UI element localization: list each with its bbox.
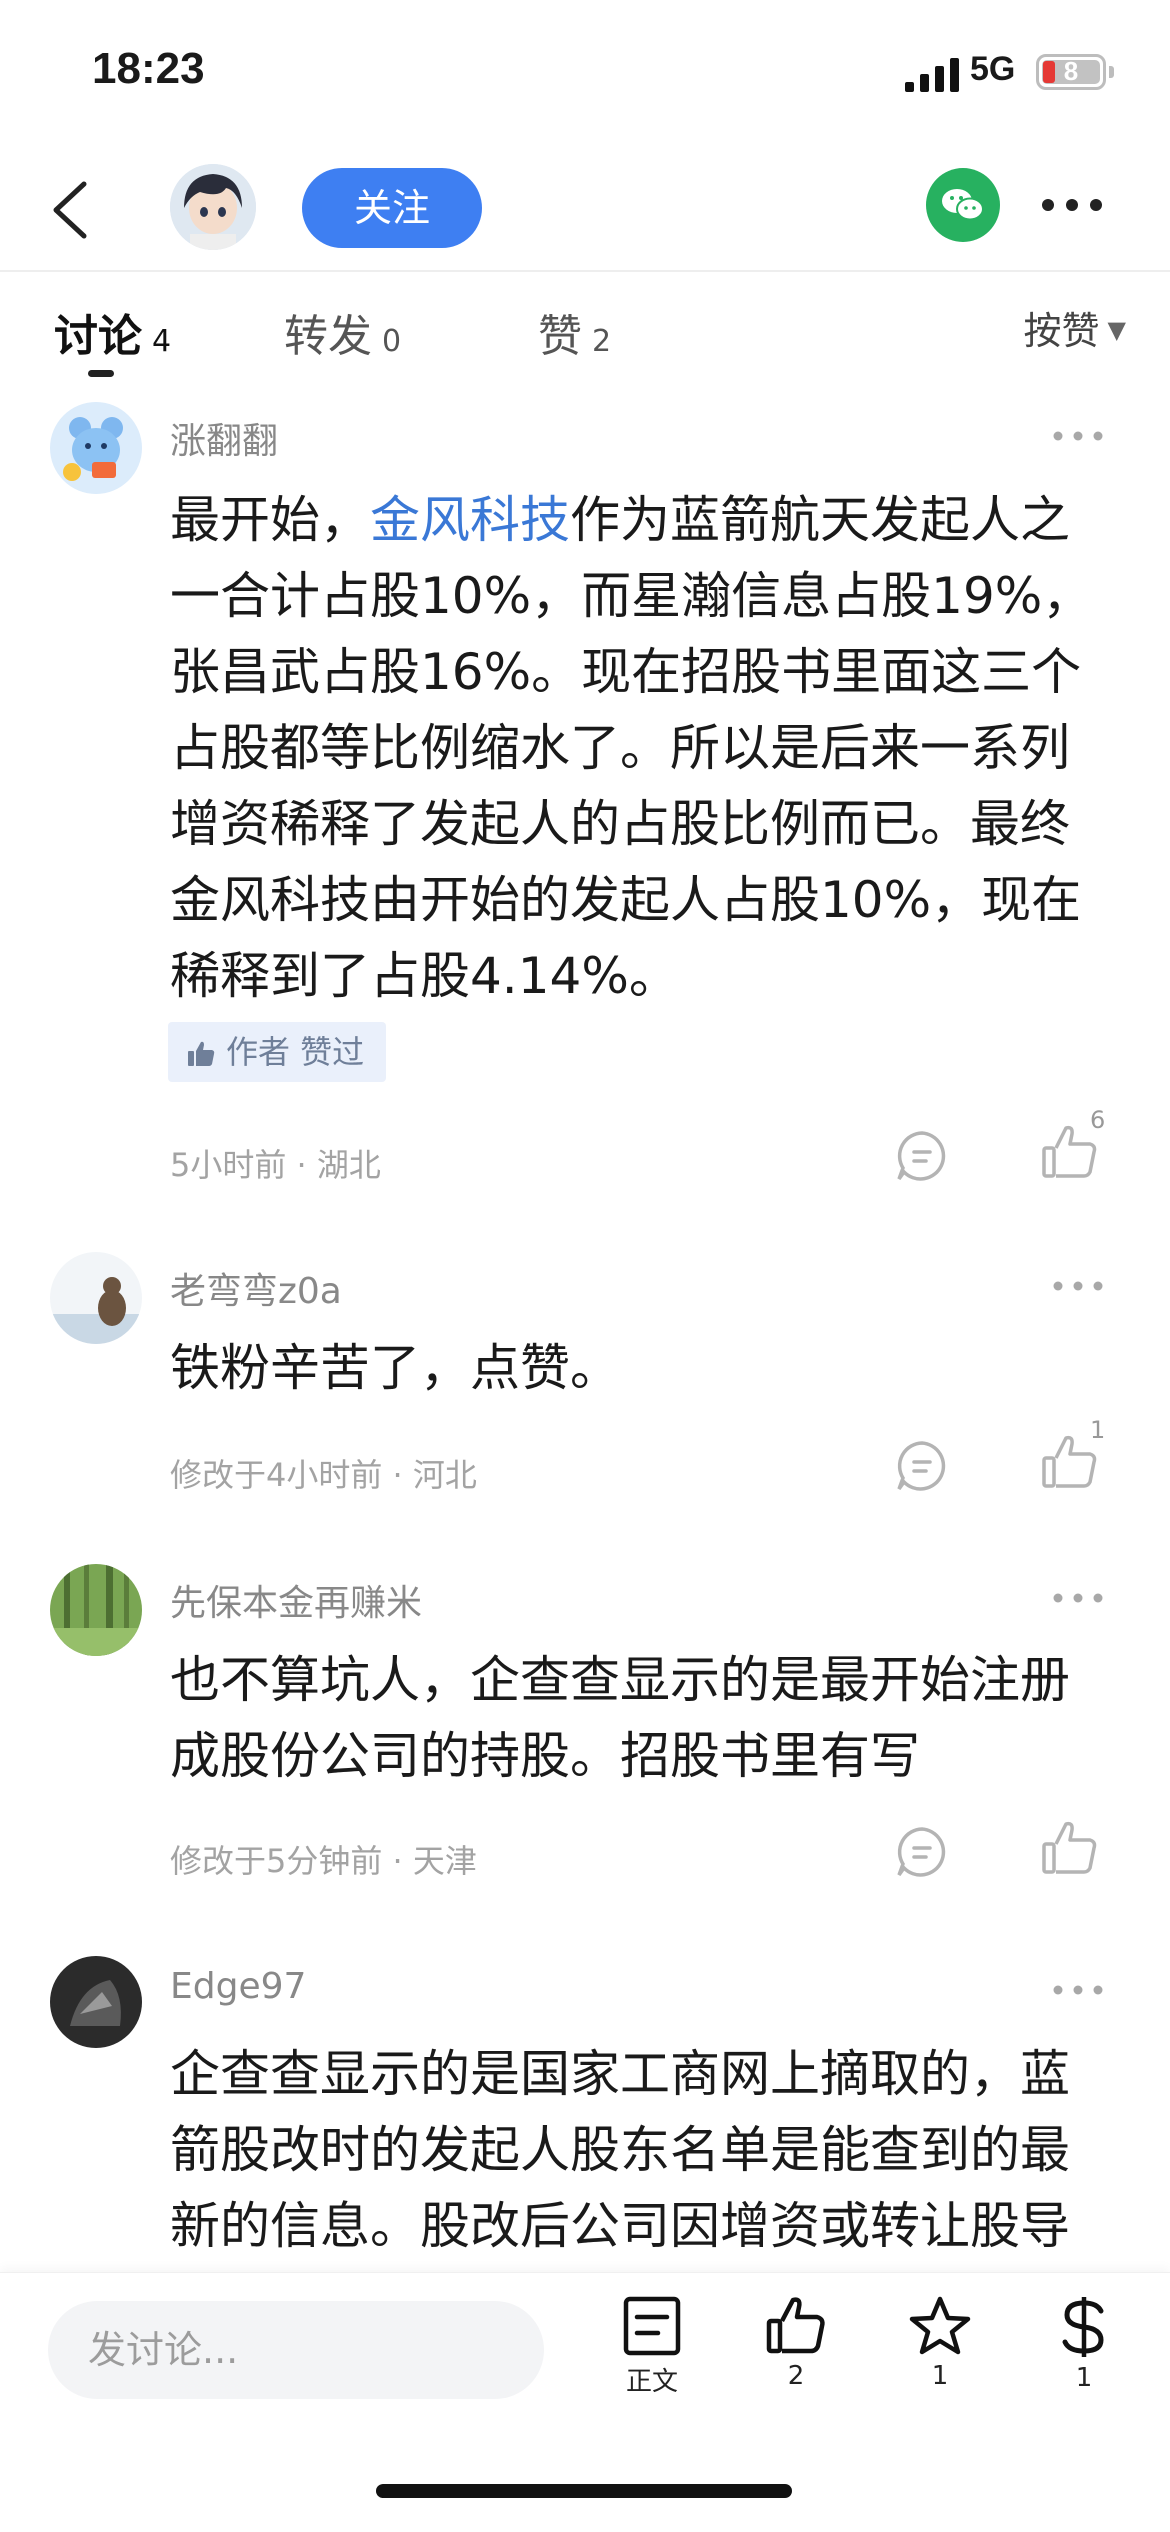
- commenter-name[interactable]: 涨翻翻: [170, 412, 278, 464]
- reply-icon[interactable]: [894, 1824, 950, 1880]
- comment-meta: 修改于5分钟前 · 天津: [170, 1842, 477, 1880]
- avatar-image: [50, 1252, 142, 1344]
- author-liked-badge: 作者 赞过: [168, 1022, 387, 1082]
- comment-item: 涨翻翻 最开始，金风科技作为蓝箭航天发起人之一合计占股10%，而星瀚信息占股19…: [0, 402, 1170, 1202]
- more-icon[interactable]: [1052, 428, 1104, 444]
- wechat-icon: [942, 189, 984, 221]
- reply-icon[interactable]: [894, 1128, 950, 1184]
- text-label: 正文: [625, 2367, 678, 2397]
- commenter-name[interactable]: 老弯弯z0a: [170, 1262, 342, 1314]
- commenter-avatar[interactable]: [50, 1252, 142, 1344]
- like-count: 1: [1090, 1416, 1106, 1444]
- like-count: 6: [1090, 1106, 1106, 1134]
- status-time: 18:23: [92, 44, 205, 93]
- commenter-name[interactable]: Edge97: [170, 1966, 306, 2007]
- more-icon[interactable]: [1052, 1982, 1104, 1998]
- tab-label: 讨论: [54, 311, 142, 362]
- comment-text: 最开始，: [170, 491, 370, 549]
- thumb-up-icon: [766, 2297, 825, 2354]
- star-icon: [909, 2296, 971, 2355]
- battery-icon: 8: [1036, 54, 1106, 90]
- commenter-avatar[interactable]: [50, 402, 142, 494]
- avatar-image: [50, 402, 142, 494]
- tab-likes[interactable]: 赞2: [538, 300, 611, 364]
- more-icon[interactable]: [1052, 1590, 1104, 1606]
- favorite-count: 1: [931, 2361, 949, 2391]
- badge-text: 作者 赞过: [226, 1033, 365, 1071]
- document-icon: [623, 2296, 681, 2356]
- tab-count: 4: [152, 324, 172, 359]
- back-icon[interactable]: [46, 178, 96, 242]
- more-icon[interactable]: [1052, 1278, 1104, 1294]
- commenter-name[interactable]: 先保本金再赚米: [170, 1574, 422, 1626]
- sort-dropdown[interactable]: 按赞 ▼: [1024, 300, 1126, 355]
- comment-body: 最开始，金风科技作为蓝箭航天发起人之一合计占股10%，而星瀚信息占股19%，张昌…: [170, 482, 1100, 1014]
- tab-label: 赞: [538, 311, 582, 362]
- comment-text: 作为蓝箭航天发起人之一合计占股10%，而星瀚信息占股19%，张昌武占股16%。现…: [170, 491, 1093, 1005]
- text-button[interactable]: 正文: [602, 2295, 702, 2398]
- reward-button[interactable]: 1: [1034, 2295, 1134, 2393]
- tab-bar: 讨论 4 转发 0 赞2 按赞 ▼: [0, 272, 1170, 382]
- comment-item: Edge97 企查查显示的是国家工商网上摘取的，蓝箭股改时的发起人股东名单是能查…: [0, 1956, 1170, 2272]
- reply-icon[interactable]: [894, 1438, 950, 1494]
- comment-meta: 修改于4小时前 · 河北: [170, 1456, 477, 1494]
- reward-count: 1: [1075, 2363, 1093, 2393]
- avatar-image: [170, 164, 256, 250]
- status-bar: 18:23 5G 8: [0, 0, 1170, 150]
- like-button[interactable]: 2: [746, 2295, 846, 2391]
- comment-body: 也不算坑人，企查查显示的是最开始注册成股份公司的持股。招股书里有写: [170, 1651, 1070, 1785]
- commenter-avatar[interactable]: [50, 1956, 142, 2048]
- home-indicator: [376, 2484, 792, 2498]
- active-tab-indicator: [88, 370, 114, 377]
- comment-body: 铁粉辛苦了，点赞。: [170, 1339, 620, 1397]
- thumb-up-icon: [188, 1041, 215, 1066]
- avatar-image: [50, 1956, 142, 2048]
- dollar-icon: [1062, 2297, 1104, 2357]
- wechat-share-button[interactable]: [926, 168, 1000, 242]
- battery-cap: [1109, 66, 1114, 78]
- nav-bar: 关注: [0, 150, 1170, 272]
- comment-item: 先保本金再赚米 也不算坑人，企查查显示的是最开始注册成股份公司的持股。招股书里有…: [0, 1564, 1170, 1894]
- comment-item: 老弯弯z0a 铁粉辛苦了，点赞。 修改于4小时前 · 河北 1: [0, 1252, 1170, 1502]
- tab-count: 0: [382, 324, 402, 359]
- avatar-image: [50, 1564, 142, 1656]
- tab-discussion[interactable]: 讨论 4: [54, 300, 171, 364]
- tab-label: 转发: [284, 311, 372, 362]
- author-avatar[interactable]: [170, 164, 256, 250]
- tab-repost[interactable]: 转发 0: [284, 300, 401, 364]
- tab-count: 2: [592, 324, 612, 359]
- comment-meta: 5小时前 · 湖北: [170, 1146, 381, 1184]
- comment-input[interactable]: [48, 2301, 544, 2399]
- commenter-avatar[interactable]: [50, 1564, 142, 1656]
- comment-body: 企查查显示的是国家工商网上摘取的，蓝箭股改时的发起人股东名单是能查到的最新的信息…: [170, 2045, 1070, 2255]
- stock-link[interactable]: 金风科技: [370, 491, 570, 549]
- favorite-button[interactable]: 1: [890, 2295, 990, 2391]
- follow-button[interactable]: 关注: [302, 168, 482, 248]
- sort-label: 按赞: [1023, 309, 1100, 353]
- caret-down-icon: ▼: [1107, 316, 1126, 344]
- more-icon[interactable]: [1040, 190, 1104, 220]
- like-icon[interactable]: [1040, 1818, 1100, 1878]
- like-count: 2: [787, 2361, 805, 2391]
- battery-level: 8: [1063, 56, 1079, 86]
- signal-icon: [905, 58, 959, 92]
- network-label: 5G: [970, 50, 1016, 88]
